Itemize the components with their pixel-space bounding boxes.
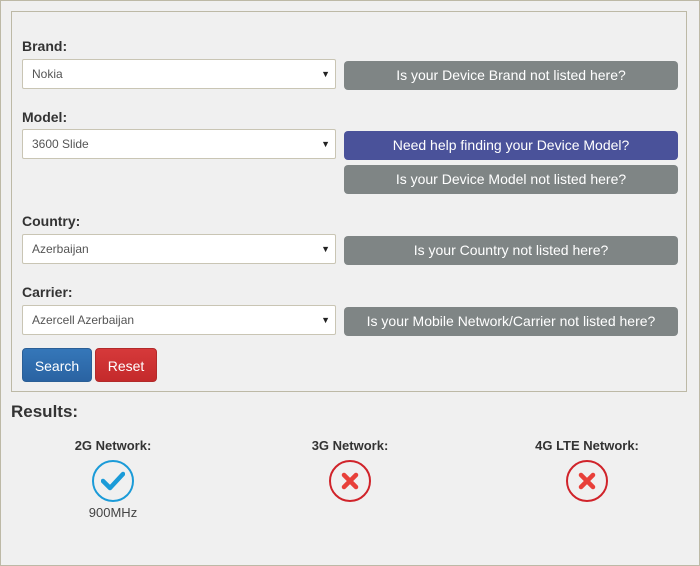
model-not-listed-button[interactable]: Is your Device Model not listed here? <box>344 165 678 194</box>
network-4g-result: 4G LTE Network: <box>487 438 687 502</box>
reset-button[interactable]: Reset <box>95 348 157 382</box>
caret-down-icon: ▼ <box>321 315 330 325</box>
x-icon <box>329 460 371 502</box>
model-select[interactable]: 3600 Slide ▼ <box>22 129 336 159</box>
country-select-value: Azerbaijan <box>32 242 89 256</box>
brand-select-value: Nokia <box>32 67 63 81</box>
carrier-label: Carrier: <box>22 284 73 300</box>
country-not-listed-button[interactable]: Is your Country not listed here? <box>344 236 678 265</box>
network-3g-label: 3G Network: <box>311 438 389 453</box>
caret-down-icon: ▼ <box>321 139 330 149</box>
model-select-value: 3600 Slide <box>32 137 89 151</box>
x-icon <box>566 460 608 502</box>
check-icon <box>92 460 134 502</box>
carrier-select[interactable]: Azercell Azerbaijan ▼ <box>22 305 336 335</box>
network-3g-result: 3G Network: <box>250 438 450 502</box>
network-2g-label: 2G Network: <box>74 438 152 453</box>
results-heading: Results: <box>11 402 79 421</box>
brand-not-listed-button[interactable]: Is your Device Brand not listed here? <box>344 61 678 90</box>
network-2g-frequency: 900MHz <box>88 505 138 520</box>
search-button[interactable]: Search <box>22 348 92 382</box>
caret-down-icon: ▼ <box>321 244 330 254</box>
model-label: Model: <box>22 109 68 125</box>
network-4g-label: 4G LTE Network: <box>535 438 639 453</box>
find-model-help-button[interactable]: Need help finding your Device Model? <box>344 131 678 160</box>
brand-select[interactable]: Nokia ▼ <box>22 59 336 89</box>
country-select[interactable]: Azerbaijan ▼ <box>22 234 336 264</box>
caret-down-icon: ▼ <box>321 69 330 79</box>
carrier-not-listed-button[interactable]: Is your Mobile Network/Carrier not liste… <box>344 307 678 336</box>
carrier-select-value: Azercell Azerbaijan <box>32 313 135 327</box>
network-2g-result: 2G Network: 900MHz <box>13 438 213 520</box>
country-label: Country: <box>22 213 81 229</box>
brand-label: Brand: <box>22 38 68 54</box>
